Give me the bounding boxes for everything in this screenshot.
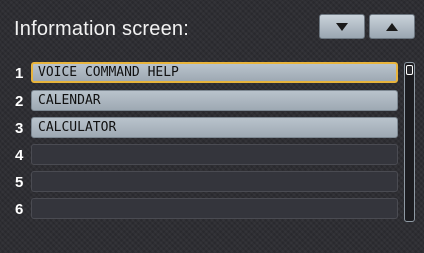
item-number: 4 (15, 147, 24, 164)
item-number: 3 (15, 120, 24, 137)
list-item: 1 VOICE COMMAND HELP (0, 62, 400, 86)
list-item: 3 CALCULATOR (0, 117, 400, 141)
list-item: 4 (0, 144, 400, 168)
scrollbar-thumb[interactable] (406, 65, 413, 75)
scroll-up-button[interactable] (369, 14, 415, 39)
list-item: 6 (0, 198, 400, 222)
list-item: 2 CALENDAR (0, 90, 400, 114)
list-item-empty (31, 144, 398, 165)
scroll-down-button[interactable] (319, 14, 365, 39)
page-title: Information screen: (14, 18, 189, 40)
list-item-calendar[interactable]: CALENDAR (31, 90, 398, 111)
item-number: 1 (15, 65, 24, 82)
list-scrollbar[interactable] (404, 62, 415, 222)
information-screen: Information screen: 1 VOICE COMMAND HELP… (0, 0, 424, 253)
item-number: 6 (15, 201, 24, 218)
list-item-empty (31, 171, 398, 192)
list-item-empty (31, 198, 398, 219)
triangle-down-icon (336, 22, 348, 31)
item-number: 5 (15, 174, 24, 191)
list-item-voice-command-help[interactable]: VOICE COMMAND HELP (31, 62, 398, 83)
list-item-calculator[interactable]: CALCULATOR (31, 117, 398, 138)
item-number: 2 (15, 93, 24, 110)
triangle-up-icon (386, 22, 398, 31)
list-item: 5 (0, 171, 400, 195)
